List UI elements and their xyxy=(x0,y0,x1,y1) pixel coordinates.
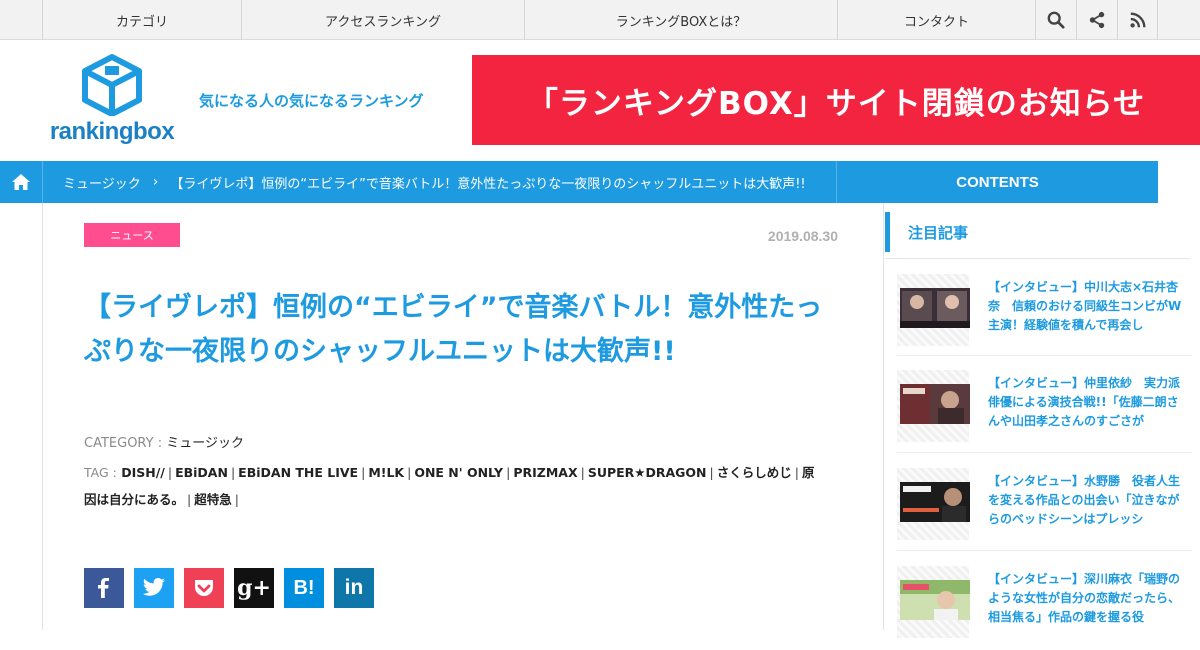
article-thumbnail xyxy=(897,566,970,638)
tag-separator: | xyxy=(709,465,714,480)
category-link[interactable]: ミュージック xyxy=(166,436,244,451)
tag-separator: | xyxy=(580,465,585,480)
closure-notice-banner[interactable]: 「ランキングBOX」サイト閉鎖のお知らせ xyxy=(472,55,1200,145)
thumbnail-image xyxy=(900,384,970,424)
twitter-icon xyxy=(142,578,166,598)
article-thumbnail xyxy=(897,370,970,442)
sidebar-article-title: 【インタビュー】深川麻衣「瑞野のような女性が自分の恋敵だったら、相当焦る」作品の… xyxy=(988,572,1181,624)
tag-link[interactable]: EBiDAN xyxy=(175,465,228,480)
article-container xyxy=(42,203,884,630)
linkedin-icon: in xyxy=(344,576,364,599)
news-badge[interactable]: ニュース xyxy=(84,223,180,247)
tag-separator: | xyxy=(506,465,511,480)
pocket-icon xyxy=(193,578,215,598)
share-google-plus-button[interactable]: g+ xyxy=(234,568,274,608)
tag-separator: | xyxy=(794,465,799,480)
site-tagline: 気になる人の気になるランキング xyxy=(199,92,424,110)
share-facebook-button[interactable] xyxy=(84,568,124,608)
sidebar-article[interactable]: 【インタビュー】水野勝 役者人生を変える作品との出会い「泣きながらのベッドシーン… xyxy=(897,468,1197,552)
home-icon xyxy=(12,174,30,190)
article-thumbnail xyxy=(897,274,970,346)
tag-link[interactable]: EBiDAN THE LIVE xyxy=(238,465,358,480)
article-title: 【ライヴレポ】恒例の“エビライ”で音楽バトル！意外性たっぷりな一夜限りのシャッフ… xyxy=(84,292,823,367)
tag-link[interactable]: PRIZMAX xyxy=(513,465,577,480)
breadcrumb: ミュージック › 【ライヴレポ】恒例の“エビライ”で音楽バトル！意外性たっぷりな… xyxy=(63,161,833,203)
thumbnail-image xyxy=(900,288,970,328)
share-pocket-button[interactable] xyxy=(184,568,224,608)
sidebar-article[interactable]: 【インタビュー】仲里依紗 実力派俳優による演技合戦!!「佐藤二朗さんや山田孝之さ… xyxy=(897,370,1197,454)
share-hatena-button[interactable]: B! xyxy=(284,568,324,608)
top-navigation: カテゴリ アクセスランキング ランキングBOXとは？ コンタクト xyxy=(0,0,1200,40)
tag-separator: | xyxy=(407,465,412,480)
facebook-icon xyxy=(93,577,115,599)
breadcrumb-current: 【ライヴレポ】恒例の“エビライ”で音楽バトル！意外性たっぷりな一夜限りのシャッフ… xyxy=(170,176,806,192)
tag-link[interactable]: さくらしめじ xyxy=(717,465,792,480)
sidebar-heading: 注目記事 xyxy=(885,212,1190,252)
search-icon xyxy=(1047,11,1065,29)
tag-separator: | xyxy=(167,465,173,480)
thumbnail-image xyxy=(900,580,970,620)
share-linkedin-button[interactable]: in xyxy=(334,568,374,608)
tag-separator: | xyxy=(230,465,236,480)
tag-link[interactable]: 超特急 xyxy=(194,492,232,507)
tag-separator: | xyxy=(361,465,366,480)
sidebar-separator xyxy=(897,452,1192,453)
tag-separator: | xyxy=(187,492,192,507)
thumbnail-image xyxy=(900,482,970,522)
sidebar-separator xyxy=(897,550,1192,551)
sidebar-article-title: 【インタビュー】仲里依紗 実力派俳優による演技合戦!!「佐藤二朗さんや山田孝之さ… xyxy=(988,376,1181,428)
tag-separator: | xyxy=(234,492,239,507)
rss-button[interactable] xyxy=(1117,0,1158,40)
search-button[interactable] xyxy=(1035,0,1076,40)
logo-wordmark: rankingbox xyxy=(49,118,175,145)
breadcrumb-category[interactable]: ミュージック xyxy=(63,173,141,192)
sidebar-article-title: 【インタビュー】中川大志×石井杏奈 信頼のおける同級生コンビがW主演！経験値を積… xyxy=(988,280,1182,332)
share-button[interactable] xyxy=(1076,0,1117,40)
nav-item-contact[interactable]: コンタクト xyxy=(837,0,1035,40)
article-tags: TAG : DISH//| EBiDAN | EBiDAN THE LIVE | M!LK… xyxy=(84,459,824,513)
tag-link[interactable]: M!LK xyxy=(368,465,404,480)
rss-icon xyxy=(1129,12,1145,28)
tag-link[interactable]: DISH// xyxy=(121,465,165,480)
tag-link[interactable]: ONE N' ONLY xyxy=(414,465,503,480)
google-plus-icon: g+ xyxy=(237,575,271,601)
chevron-right-icon: › xyxy=(152,174,159,190)
site-logo[interactable]: rankingbox xyxy=(46,54,178,146)
share-twitter-button[interactable] xyxy=(134,568,174,608)
sidebar-separator xyxy=(897,355,1192,356)
nav-item-access-ranking[interactable]: アクセスランキング xyxy=(241,0,524,40)
tag-link[interactable]: SUPER★DRAGON xyxy=(588,465,707,480)
article-date: 2019.08.30 xyxy=(767,228,838,244)
category-label: CATEGORY : xyxy=(84,436,163,451)
sidebar-article-title: 【インタビュー】水野勝 役者人生を変える作品との出会い「泣きながらのベッドシーン… xyxy=(988,474,1181,526)
sidebar-article[interactable]: 【インタビュー】深川麻衣「瑞野のような女性が自分の恋敵だったら、相当焦る」作品の… xyxy=(897,566,1197,650)
share-icon xyxy=(1089,11,1105,29)
article-thumbnail xyxy=(897,468,970,540)
hatena-icon: B! xyxy=(293,576,315,599)
sidebar-divider xyxy=(885,258,1190,259)
article-category: CATEGORY : ミュージック xyxy=(84,432,244,451)
box-logo-icon xyxy=(82,54,142,116)
tag-label: TAG : xyxy=(84,465,117,480)
home-button[interactable] xyxy=(0,161,43,203)
sidebar-article[interactable]: 【インタビュー】中川大志×石井杏奈 信頼のおける同級生コンビがW主演！経験値を積… xyxy=(897,274,1197,358)
breadcrumb-bar: ミュージック › 【ライヴレポ】恒例の“エビライ”で音楽バトル！意外性たっぷりな… xyxy=(0,161,1158,203)
contents-button[interactable]: CONTENTS xyxy=(836,161,1158,203)
nav-item-category[interactable]: カテゴリ xyxy=(42,0,241,40)
nav-item-about[interactable]: ランキングBOXとは？ xyxy=(524,0,837,40)
